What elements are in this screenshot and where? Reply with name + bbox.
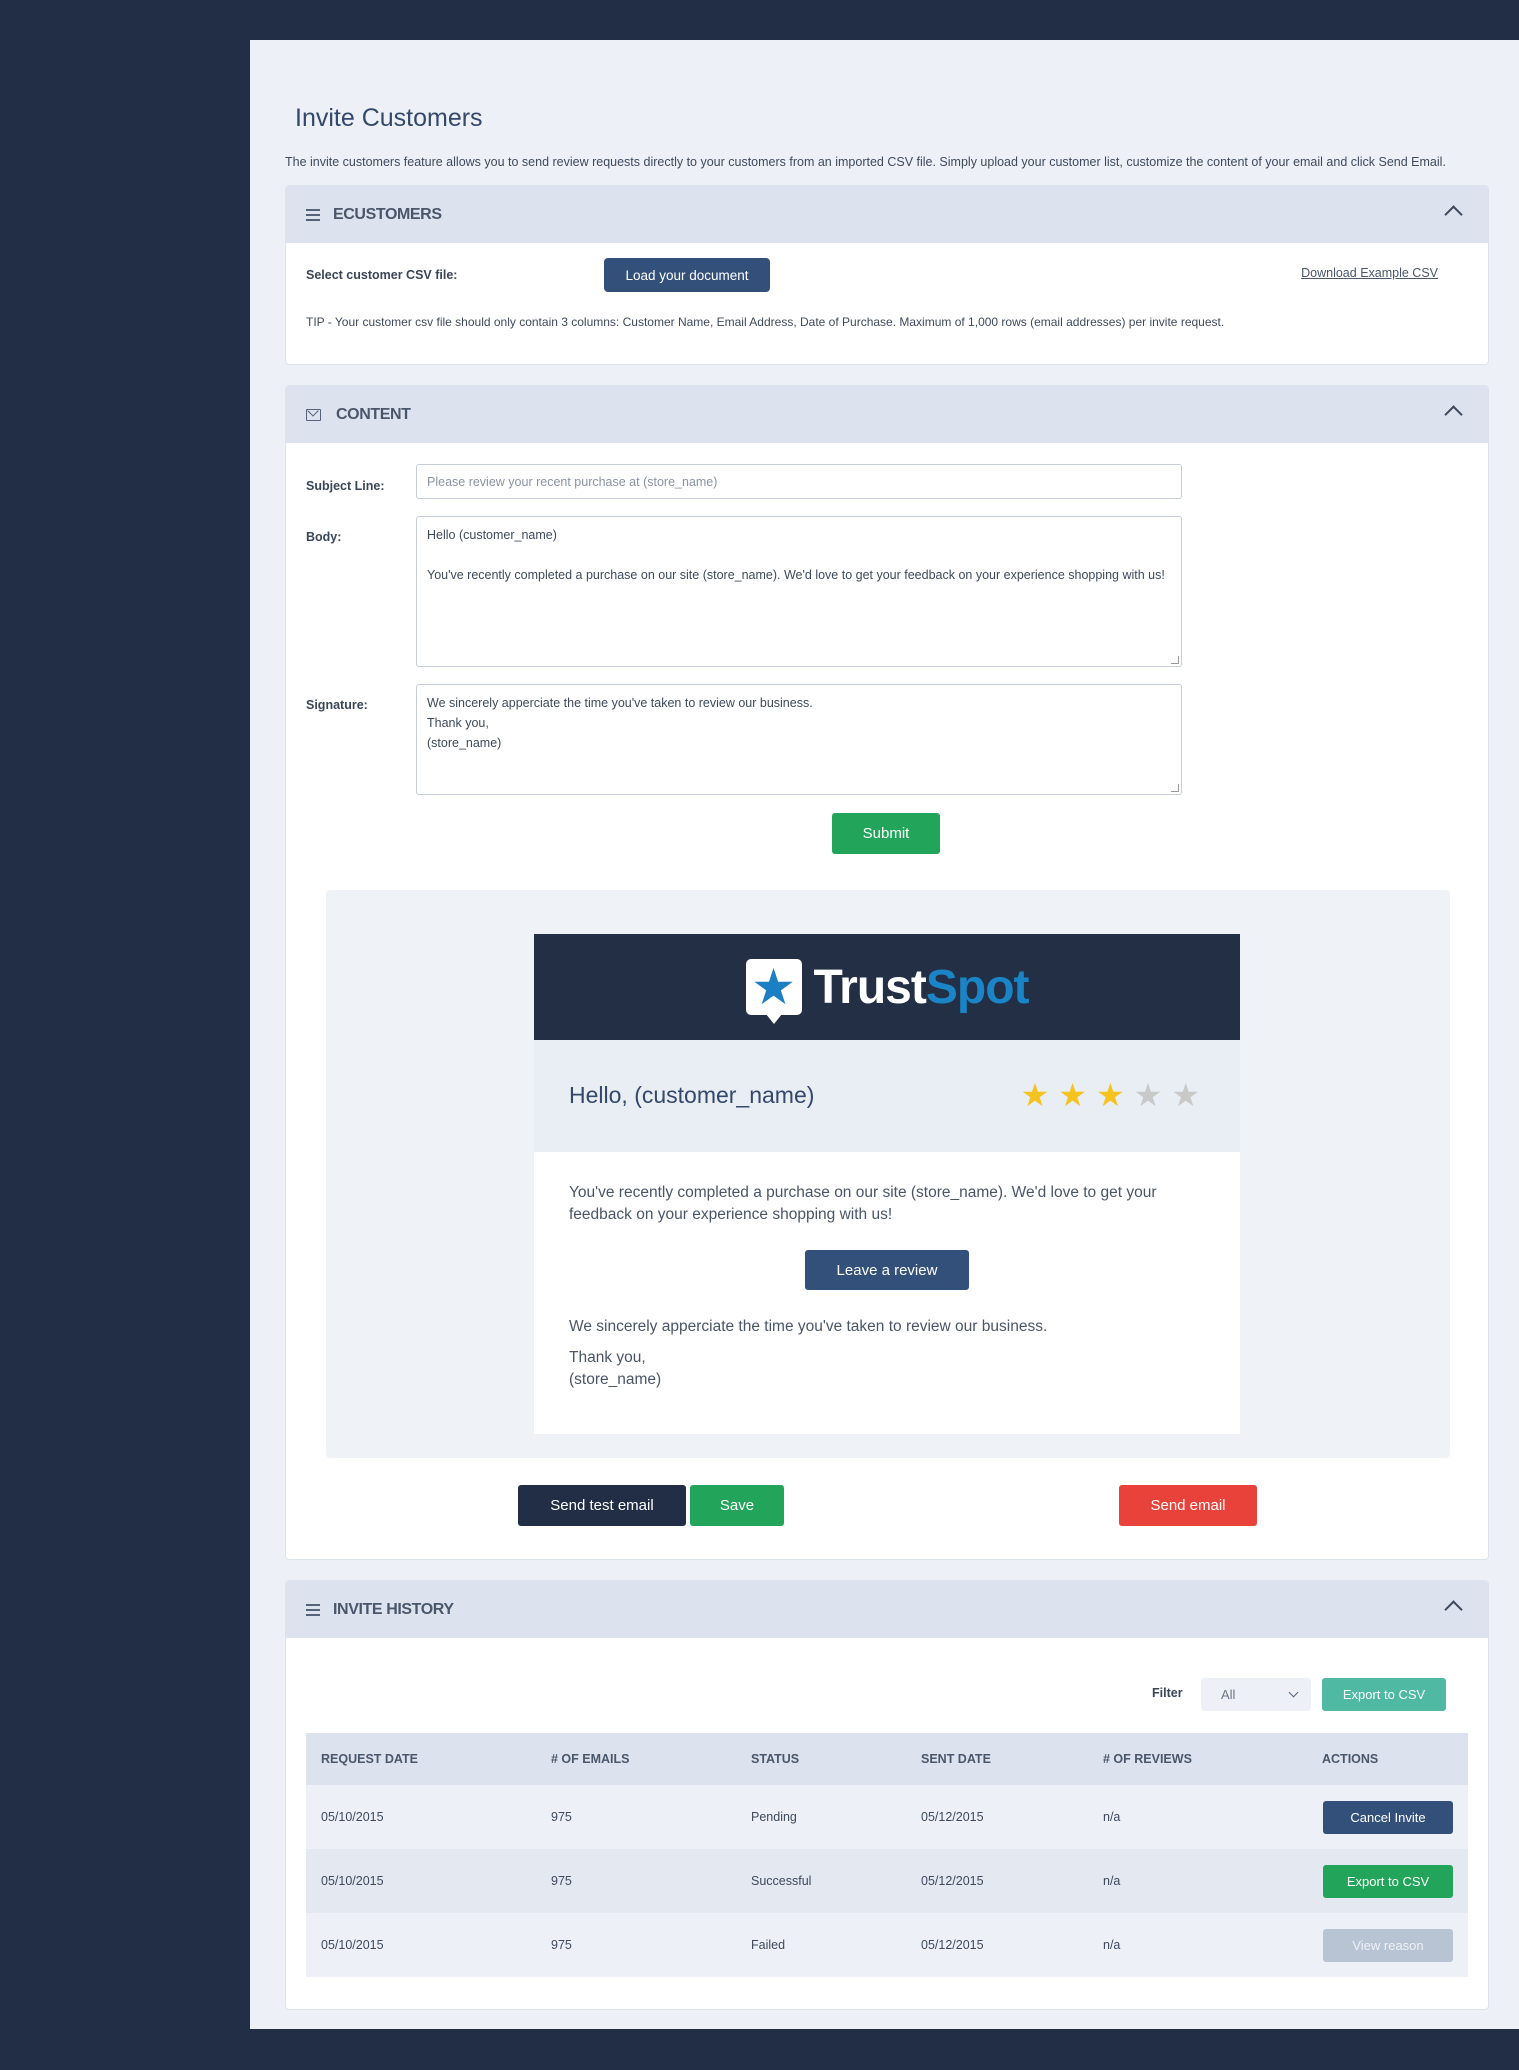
main-content: Invite Customers The invite customers fe…	[250, 40, 1519, 2029]
email-body: You've recently completed a purchase on …	[534, 1152, 1240, 1388]
column-header: # OF REVIEWS	[1103, 1752, 1192, 1766]
email-preview: ★ TrustSpot Hello, (customer_name) ★ ★ ★…	[326, 890, 1450, 1458]
emails-cell: 975	[551, 1810, 572, 1824]
page-title: Invite Customers	[295, 104, 483, 132]
reviews-cell: n/a	[1103, 1874, 1121, 1888]
content-panel-header[interactable]: CONTENT	[286, 386, 1488, 443]
customers-panel: ECUSTOMERS Select customer CSV file: Loa…	[285, 185, 1489, 365]
star-rating: ★ ★ ★ ★ ★	[1021, 1076, 1200, 1114]
table-header-row: REQUEST DATE # OF EMAILS STATUS SENT DAT…	[306, 1733, 1468, 1785]
resize-grip-icon[interactable]	[1171, 656, 1179, 664]
star-icon: ★	[1020, 1077, 1050, 1113]
export-row-csv-button[interactable]: Export to CSV	[1323, 1864, 1453, 1898]
history-panel-title: INVITE HISTORY	[333, 1600, 454, 1618]
signature-text: We sincerely apperciate the time you've …	[427, 696, 813, 750]
filter-select[interactable]: All	[1201, 1678, 1311, 1711]
send-test-email-button[interactable]: Send test email	[518, 1485, 686, 1526]
cancel-invite-button[interactable]: Cancel Invite	[1323, 1800, 1453, 1834]
table-row: 05/10/2015 975 Successful 05/12/2015 n/a…	[306, 1849, 1468, 1913]
envelope-icon	[306, 408, 321, 421]
send-email-button[interactable]: Send email	[1119, 1485, 1257, 1526]
content-panel: CONTENT Subject Line: Please review your…	[285, 385, 1489, 1560]
sent-date-cell: 05/12/2015	[921, 1938, 984, 1952]
star-icon: ★	[1171, 1077, 1200, 1113]
email-header: ★ TrustSpot	[534, 934, 1240, 1040]
email-store: (store_name)	[569, 1371, 662, 1388]
sent-date-cell: 05/12/2015	[921, 1874, 984, 1888]
history-panel-header[interactable]: INVITE HISTORY	[286, 1581, 1488, 1638]
chevron-up-icon[interactable]	[1444, 205, 1463, 224]
star-icon: ★	[1058, 1077, 1087, 1113]
email-body-text: You've recently completed a purchase on …	[569, 1184, 1157, 1223]
table-row: 05/10/2015 975 Failed 05/12/2015 n/a Vie…	[306, 1913, 1468, 1977]
star-icon: ★	[1133, 1077, 1163, 1113]
csv-tip: TIP - Your customer csv file should only…	[306, 315, 1225, 329]
email-thanks: Thank you,	[569, 1349, 646, 1366]
email-appreciation: We sincerely apperciate the time you've …	[569, 1318, 1048, 1335]
view-reason-button[interactable]: View reason	[1323, 1928, 1453, 1962]
email-signature: We sincerely apperciate the time you've …	[569, 1316, 1047, 1391]
invite-history-table: REQUEST DATE # OF EMAILS STATUS SENT DAT…	[306, 1733, 1468, 1977]
request-date-cell: 05/10/2015	[321, 1874, 384, 1888]
resize-grip-icon[interactable]	[1171, 784, 1179, 792]
reviews-cell: n/a	[1103, 1938, 1121, 1952]
sent-date-cell: 05/12/2015	[921, 1810, 984, 1824]
load-document-button[interactable]: Load your document	[604, 258, 770, 292]
star-icon: ★	[1095, 1077, 1125, 1113]
chevron-down-icon	[1288, 1687, 1299, 1698]
page-description: The invite customers feature allows you …	[285, 155, 1446, 169]
filter-value: All	[1221, 1687, 1236, 1702]
menu-icon	[306, 1603, 320, 1616]
subject-line-label: Subject Line:	[306, 479, 385, 493]
emails-cell: 975	[551, 1938, 572, 1952]
save-button[interactable]: Save	[690, 1485, 784, 1526]
signature-textarea[interactable]: We sincerely apperciate the time you've …	[416, 684, 1182, 795]
invite-history-panel: INVITE HISTORY Filter All Export to CSV …	[285, 1580, 1489, 2010]
status-cell: Successful	[751, 1874, 812, 1888]
request-date-cell: 05/10/2015	[321, 1938, 384, 1952]
emails-cell: 975	[551, 1874, 572, 1888]
download-example-csv-link[interactable]: Download Example CSV	[1301, 266, 1438, 280]
body-textarea[interactable]: Hello (customer_name) You've recently co…	[416, 516, 1182, 667]
content-panel-title: CONTENT	[336, 405, 411, 423]
filter-label: Filter	[1152, 1686, 1183, 1700]
subject-line-input[interactable]: Please review your recent purchase at (s…	[416, 464, 1182, 499]
reviews-cell: n/a	[1103, 1810, 1121, 1824]
export-csv-button[interactable]: Export to CSV	[1322, 1678, 1446, 1711]
chevron-up-icon[interactable]	[1444, 405, 1463, 424]
signature-label: Signature:	[306, 698, 368, 712]
column-header: REQUEST DATE	[321, 1752, 418, 1766]
submit-button[interactable]: Submit	[832, 813, 940, 854]
body-text: Hello (customer_name) You've recently co…	[427, 528, 1165, 582]
trustspot-logo-icon: ★	[745, 959, 802, 1024]
column-header: STATUS	[751, 1752, 800, 1766]
trustspot-logo-text: TrustSpot	[813, 960, 1030, 1014]
leave-review-button[interactable]: Leave a review	[805, 1250, 969, 1290]
column-header: # OF EMAILS	[551, 1752, 630, 1766]
email-greeting-bar: Hello, (customer_name) ★ ★ ★ ★ ★	[534, 1040, 1240, 1152]
email-greeting: Hello, (customer_name)	[569, 1082, 815, 1108]
customers-panel-header[interactable]: ECUSTOMERS	[286, 186, 1488, 243]
body-label: Body:	[306, 530, 342, 544]
column-header: SENT DATE	[921, 1752, 991, 1766]
status-cell: Pending	[751, 1810, 797, 1824]
menu-icon	[306, 208, 320, 221]
column-header: ACTIONS	[1322, 1752, 1379, 1766]
request-date-cell: 05/10/2015	[321, 1810, 384, 1824]
customers-panel-title: ECUSTOMERS	[333, 205, 442, 223]
status-cell: Failed	[751, 1938, 786, 1952]
chevron-up-icon[interactable]	[1444, 1600, 1463, 1619]
select-csv-label: Select customer CSV file:	[306, 268, 458, 282]
email-card: ★ TrustSpot Hello, (customer_name) ★ ★ ★…	[534, 934, 1240, 1434]
table-row: 05/10/2015 975 Pending 05/12/2015 n/a Ca…	[306, 1785, 1468, 1849]
